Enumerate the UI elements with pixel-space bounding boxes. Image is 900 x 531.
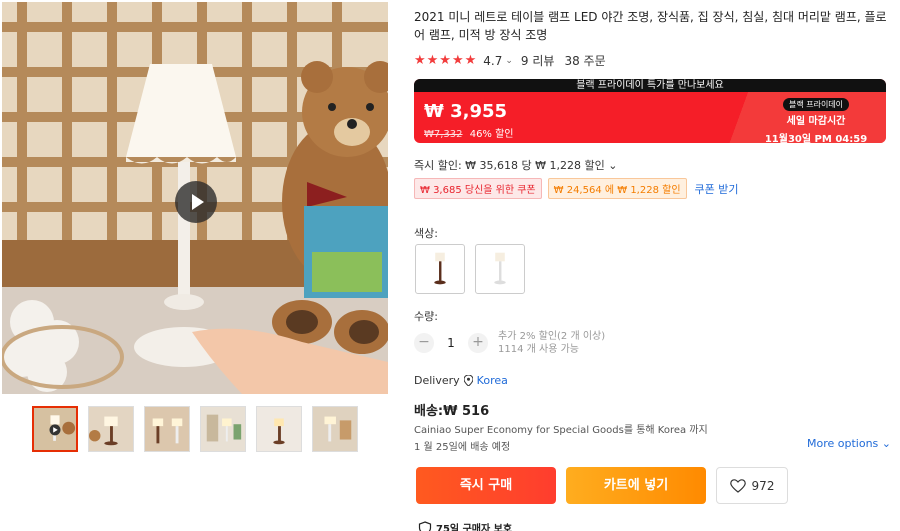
rating-row: ★★★★★ 4.7 ⌄ 9 리뷰 38 주문 <box>414 52 888 69</box>
thumbnail-4[interactable] <box>200 406 246 452</box>
chevron-down-icon[interactable]: ⌄ <box>505 56 513 66</box>
buy-now-button[interactable]: 즉시 구매 <box>416 467 556 504</box>
review-count[interactable]: 9 리뷰 <box>521 52 555 69</box>
buyer-protection: 75일 구매자 보호 <box>418 520 512 531</box>
shield-icon <box>418 520 432 531</box>
shipping-cost: 배송:₩ 516 <box>414 404 490 419</box>
more-options-label: More options <box>807 437 879 450</box>
quantity-plus-button[interactable]: + <box>468 333 488 353</box>
color-label: 색상: <box>414 227 438 240</box>
delivery-location-link[interactable]: Korea <box>477 374 508 387</box>
shipping-method: Cainiao Super Economy for Special Goods를… <box>414 425 708 436</box>
delivery-row: Delivery Korea <box>414 374 508 387</box>
coupon-row: ₩ 3,685 당신을 위한 쿠폰 ₩ 24,564 에 ₩ 1,228 할인 … <box>414 178 739 199</box>
sale-end-label: 세일 마감시간 <box>786 116 846 127</box>
product-title: 2021 미니 레트로 테이블 램프 LED 야간 조명, 장식품, 집 장식,… <box>414 10 887 42</box>
thumbnail-1[interactable] <box>32 406 78 452</box>
original-price: ₩7,332 <box>424 129 463 140</box>
sale-end-time: 11월30일 PM 04:59 KST <box>764 134 868 143</box>
deal-price-box: 블랙 프라이데이 특가를 만나보세요 ₩ 3,955 ₩7,332 46% 할인… <box>414 79 886 143</box>
quantity-label: 수량: <box>414 310 438 323</box>
play-video-button[interactable] <box>175 181 217 223</box>
quantity-note: 추가 2% 할인(2 개 이상) 1114 개 사용 가능 <box>498 330 605 356</box>
thumbnail-2[interactable] <box>88 406 134 452</box>
chevron-down-icon: ⌄ <box>608 159 618 172</box>
bulk-discount-note: 추가 2% 할인(2 개 이상) <box>498 331 606 342</box>
buyer-protection-text: 75일 구매자 보호 <box>436 524 513 531</box>
delivery-label: Delivery <box>414 374 460 387</box>
discount-percent: 46% 할인 <box>469 129 514 140</box>
current-price: ₩ 3,955 <box>424 101 508 122</box>
more-shipping-options[interactable]: More options ⌄ <box>807 437 891 450</box>
thumbnail-6[interactable] <box>312 406 358 452</box>
star-rating-icon: ★★★★★ <box>414 53 478 68</box>
price-discount-row: ₩7,332 46% 할인 <box>424 125 514 140</box>
wishlist-count: 972 <box>751 478 775 493</box>
deal-banner[interactable]: 블랙 프라이데이 특가를 만나보세요 <box>414 79 886 92</box>
quantity-minus-button[interactable]: − <box>414 333 434 353</box>
wishlist-button[interactable]: 972 <box>716 467 788 504</box>
quantity-value[interactable]: 1 <box>434 336 468 350</box>
color-option-black[interactable] <box>415 244 465 294</box>
color-option-white[interactable] <box>475 244 525 294</box>
coupon-personal[interactable]: ₩ 3,685 당신을 위한 쿠폰 <box>414 178 542 199</box>
rating-score[interactable]: 4.7 <box>483 54 502 68</box>
order-count: 38 주문 <box>564 54 606 68</box>
delivery-eta: 1 월 25일에 배송 예정 <box>414 442 511 453</box>
instant-discount-text: 즉시 할인: ₩ 35,618 당 ₩ 1,228 할인 <box>414 159 605 172</box>
product-info: 2021 미니 레트로 테이블 램프 LED 야간 조명, 장식품, 집 장식,… <box>414 8 888 69</box>
black-friday-badge: 블랙 프라이데이 <box>782 98 850 111</box>
stock-available-note: 1114 개 사용 가능 <box>498 344 579 355</box>
location-pin-icon <box>463 375 473 386</box>
coupon-spend-discount[interactable]: ₩ 24,564 에 ₩ 1,228 할인 <box>547 178 687 199</box>
add-to-cart-button[interactable]: 카트에 넣기 <box>566 467 706 504</box>
main-product-image[interactable] <box>2 2 388 394</box>
quantity-stepper: − 1 + 추가 2% 할인(2 개 이상) 1114 개 사용 가능 <box>414 330 605 356</box>
instant-discount[interactable]: 즉시 할인: ₩ 35,618 당 ₩ 1,228 할인 ⌄ <box>414 157 617 173</box>
heart-icon <box>729 478 746 493</box>
deal-countdown: 블랙 프라이데이 세일 마감시간 11월30일 PM 04:59 KST <box>756 97 876 143</box>
get-coupon-link[interactable]: 쿠폰 받기 <box>695 181 739 197</box>
thumbnail-5[interactable] <box>256 406 302 452</box>
chevron-down-icon: ⌄ <box>881 437 891 450</box>
thumbnail-3[interactable] <box>144 406 190 452</box>
thumbnail-strip <box>32 406 362 454</box>
